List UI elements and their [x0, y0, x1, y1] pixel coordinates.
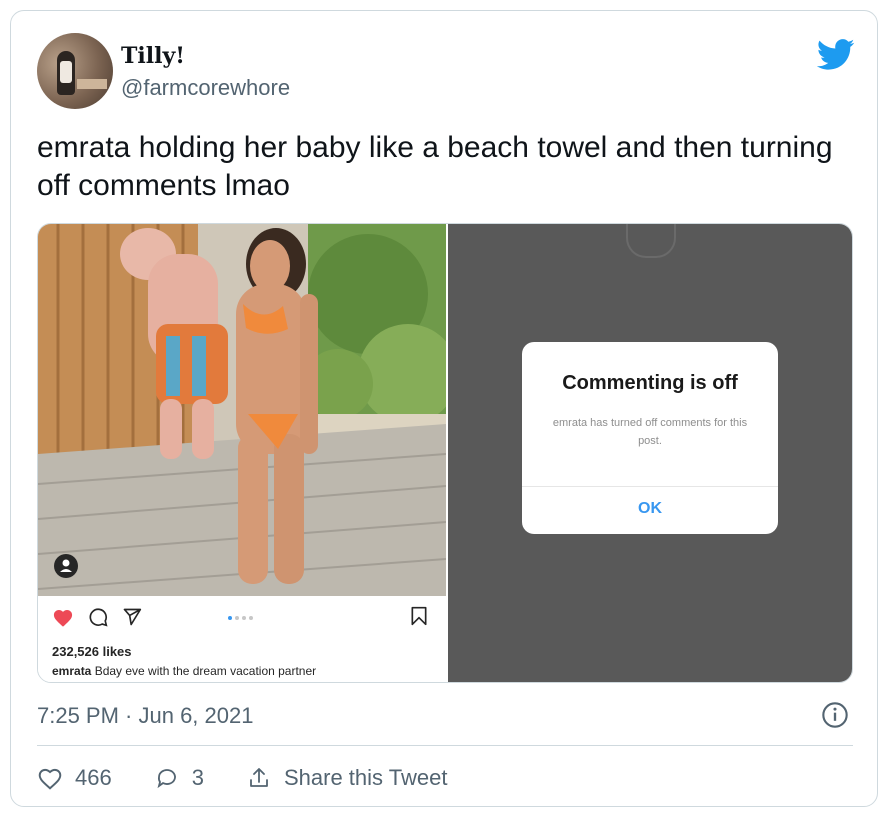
heart-outline-icon [38, 768, 62, 790]
caption-text: Bday eve with the dream vacation partner [91, 664, 317, 678]
post-caption: emrata Bday eve with the dream vacation … [52, 664, 316, 678]
tweet-media[interactable]: 232,526 likes emrata Bday eve with the d… [37, 223, 853, 683]
avatar[interactable] [37, 33, 113, 109]
likes-count[interactable]: 232,526 likes [52, 644, 132, 659]
share-tweet-button[interactable]: Share this Tweet [246, 765, 447, 791]
share-icon[interactable] [122, 607, 142, 627]
tweet-timestamp[interactable]: 7:25 PM · Jun 6, 2021 [37, 703, 253, 729]
bookmark-icon[interactable] [410, 606, 428, 626]
dialog-divider [522, 486, 778, 487]
carousel-dot [235, 616, 239, 620]
instagram-post-screenshot: 232,526 likes emrata Bday eve with the d… [38, 224, 446, 682]
ok-button[interactable]: OK [522, 500, 778, 518]
dialog-title: Commenting is off [562, 372, 738, 394]
heart-icon[interactable] [52, 607, 74, 627]
caption-username[interactable]: emrata [52, 664, 91, 678]
instagram-action-bar: 232,526 likes emrata Bday eve with the d… [38, 596, 446, 682]
comment-icon[interactable] [88, 607, 108, 627]
carousel-dot [249, 616, 253, 620]
carousel-dot [228, 616, 232, 620]
like-count: 466 [75, 765, 112, 790]
comments-off-dialog: Commenting is off emrata has turned off … [522, 342, 778, 534]
phone-notch [626, 224, 676, 258]
avatar-table [77, 79, 107, 89]
tweet-text: emrata holding her baby like a beach tow… [37, 131, 833, 202]
twitter-bird-icon[interactable] [817, 39, 855, 71]
carousel-dots [228, 616, 253, 620]
tweet-card: Tilly! @farmcorewhore emrata holding her… [10, 10, 878, 807]
share-upload-icon [250, 768, 268, 787]
carousel-dot [242, 616, 246, 620]
share-label: Share this Tweet [283, 765, 448, 790]
info-icon[interactable] [821, 701, 849, 729]
like-button[interactable]: 466 [37, 765, 112, 791]
comments-off-screenshot: Commenting is off emrata has turned off … [448, 224, 852, 682]
tweet-actions: 466 3 Share this Tweet [37, 763, 489, 793]
reply-button[interactable]: 3 [154, 765, 204, 791]
dialog-message: emrata has turned off comments for this … [552, 417, 748, 447]
reply-icon [157, 769, 176, 789]
reply-count: 3 [191, 765, 204, 790]
beach-photo [38, 224, 446, 596]
display-name[interactable]: Tilly! [121, 43, 185, 69]
actions-divider [37, 745, 853, 746]
user-handle[interactable]: @farmcorewhore [121, 75, 290, 101]
avatar-apron [60, 61, 72, 83]
